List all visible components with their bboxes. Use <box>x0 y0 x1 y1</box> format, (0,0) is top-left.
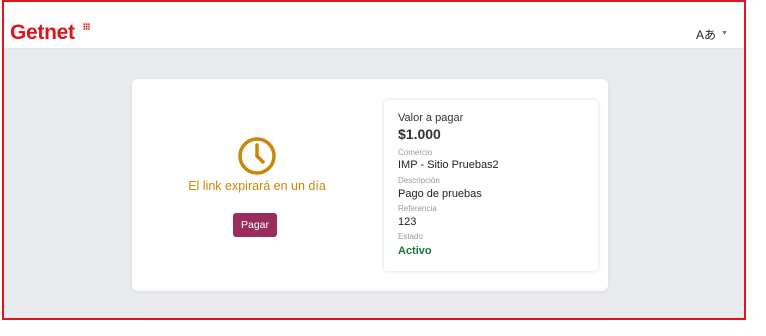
reference-value: 123 <box>398 216 417 228</box>
status-label: Estado <box>398 232 423 241</box>
description-label: Descripción <box>398 176 440 185</box>
language-selector[interactable]: Aあ ▼ <box>696 26 728 43</box>
merchant-label: Comercio <box>398 148 433 157</box>
merchant-value: IMP - Sitio Pruebas2 <box>398 159 499 171</box>
app-frame: Getnet Aあ ▼ El link expirará en un día P… <box>2 0 746 320</box>
amount-label: Valor a pagar <box>398 112 464 124</box>
getnet-logo[interactable]: Getnet <box>10 21 75 45</box>
payment-action-panel: El link expirará en un día Pagar <box>132 79 382 291</box>
payment-card: El link expirará en un día Pagar Valor a… <box>132 79 608 291</box>
clock-icon <box>238 137 276 175</box>
amount-value: $1.000 <box>398 126 441 142</box>
caret-down-icon: ▼ <box>721 29 728 37</box>
expiration-notice: El link expirará en un día <box>188 179 326 193</box>
logo-dots-icon <box>83 23 90 30</box>
status-badge: Activo <box>398 245 432 257</box>
pay-button[interactable]: Pagar <box>233 213 277 237</box>
description-value: Pago de pruebas <box>398 188 482 200</box>
reference-label: Referencia <box>398 204 437 213</box>
payment-details-panel: Valor a pagar $1.000 Comercio IMP - Siti… <box>384 100 598 271</box>
language-label: Aあ <box>696 28 717 42</box>
top-navbar: Getnet Aあ ▼ <box>4 2 744 49</box>
